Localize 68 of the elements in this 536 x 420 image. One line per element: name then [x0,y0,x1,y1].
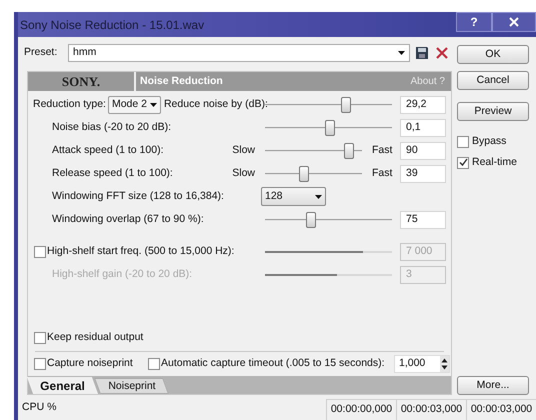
slider-thumb[interactable] [324,120,335,136]
checkbox[interactable] [34,358,46,370]
delete-icon[interactable] [436,46,448,58]
field-label: Windowing overlap (67 to 90 %): [52,212,204,227]
close-button[interactable] [492,12,536,32]
slow-label: Slow [232,142,255,158]
preset-label: Preset: [24,44,58,60]
preset-value: hmm [73,44,96,60]
slider[interactable] [265,96,392,112]
slider[interactable] [265,120,392,136]
field-label: Reduction type: [33,96,106,112]
fft-dropdown[interactable]: 128 [261,187,326,206]
dialog-button[interactable]: OK [457,45,529,64]
checkbox-label: Bypass [472,134,506,149]
checkbox-label: Automatic capture timeout (.005 to 15 seconds): [161,356,386,372]
fast-label: Fast [372,166,392,181]
more-button[interactable]: More... [457,376,529,395]
checkbox[interactable] [148,358,160,370]
value-field: 3 [400,266,446,284]
slider[interactable] [265,166,362,182]
slider-thumb[interactable] [344,142,354,158]
panel-title: Noise Reduction [139,74,224,89]
slider-thumb[interactable] [298,166,309,182]
value-field[interactable]: 39 [400,164,446,182]
checkbox-label: Keep residual output [47,330,144,346]
cpu-label: CPU % [21,400,56,415]
dialog-button[interactable]: Preview [457,102,529,121]
dropdown-arrow-icon [150,102,157,106]
save-icon[interactable] [416,46,428,58]
value-field: 7 000 [400,242,446,260]
window-title: Sony Noise Reduction - 15.01.wav [19,16,204,34]
close-icon [509,16,519,26]
checkbox[interactable] [34,332,46,344]
tab[interactable]: General [26,377,98,394]
time-readout: 00:00:00,000 [326,399,396,420]
field-label: High-shelf start freq. (500 to 15,000 Hz): [47,244,234,259]
help-button[interactable]: ? [456,12,492,32]
checkbox[interactable] [457,136,469,148]
slider[interactable] [265,212,392,228]
timeout-spinner[interactable]: 1,000 [394,355,450,373]
checkbox[interactable] [457,156,469,168]
slider-thumb[interactable] [341,96,352,112]
dropdown-arrow-icon [398,50,405,54]
spinner-arrows-icon[interactable] [440,356,449,372]
checkbox-label: Capture noiseprint [47,356,133,372]
value-field[interactable]: 90 [400,142,446,160]
slider-thumb[interactable] [306,212,316,228]
field-label: Noise bias (-20 to 20 dB): [52,120,172,135]
field-label: High-shelf gain (-20 to 20 dB): [52,266,192,282]
value-field[interactable]: 0,1 [400,118,446,136]
value-field[interactable]: 75 [400,210,446,228]
time-readout: 00:00:03,000 [396,399,466,420]
preset-field[interactable]: hmm [68,44,410,62]
field-label: Windowing FFT size (128 to 16,384): [52,188,224,204]
tab[interactable]: Noiseprint [94,378,169,394]
sony-logo: SONY. [28,72,136,91]
checkbox-label: Real-time [472,154,517,170]
mode-dropdown[interactable]: Mode 2 [108,96,161,114]
time-readout: 00:00:03,000 [466,399,536,420]
value-field[interactable]: 29,2 [400,96,446,114]
field-label: Reduce noise by (dB): [164,96,268,112]
field-label: Release speed (1 to 100): [52,166,173,181]
field-label: Attack speed (1 to 100): [52,142,164,158]
slider[interactable] [265,142,362,158]
dropdown-arrow-icon [315,194,322,198]
slow-label: Slow [232,166,255,181]
dialog-button[interactable]: Cancel [457,71,529,90]
fast-label: Fast [372,142,392,158]
